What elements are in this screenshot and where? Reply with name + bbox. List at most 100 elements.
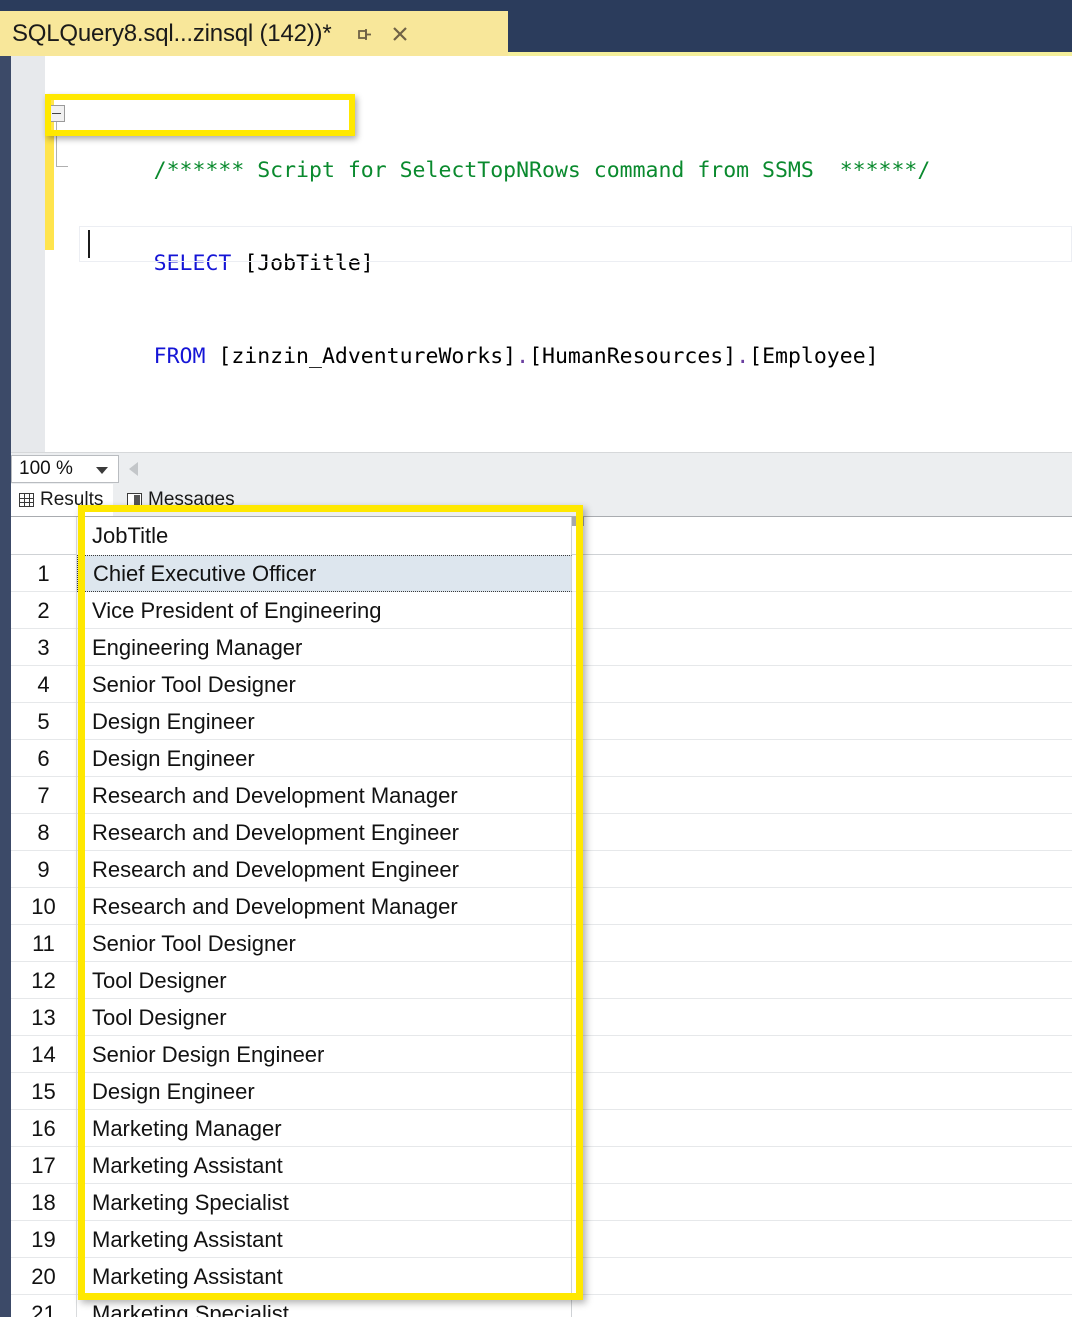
table-row[interactable]: 19 Marketing Assistant bbox=[11, 1220, 1072, 1258]
jobtitle-cell[interactable]: Design Engineer bbox=[77, 702, 572, 740]
row-number-cell[interactable]: 3 bbox=[11, 628, 77, 666]
column-header-jobtitle[interactable]: JobTitle bbox=[77, 517, 572, 555]
jobtitle-cell[interactable]: Marketing Manager bbox=[77, 1109, 572, 1147]
scroll-left-arrow-icon[interactable] bbox=[129, 462, 138, 476]
row-number-cell[interactable]: 1 bbox=[11, 554, 77, 592]
row-number-cell[interactable]: 12 bbox=[11, 961, 77, 999]
row-number-cell[interactable]: 17 bbox=[11, 1146, 77, 1184]
from-dot-2: . bbox=[736, 344, 750, 369]
jobtitle-cell[interactable]: Research and Development Engineer bbox=[77, 813, 572, 851]
table-row[interactable]: 12 Tool Designer bbox=[11, 961, 1072, 999]
row-number-cell[interactable]: 10 bbox=[11, 887, 77, 925]
row-number-cell[interactable]: 15 bbox=[11, 1072, 77, 1110]
jobtitle-cell[interactable]: Marketing Specialist bbox=[77, 1294, 572, 1317]
jobtitle-cell[interactable]: Senior Tool Designer bbox=[77, 924, 572, 962]
table-row[interactable]: 2 Vice President of Engineering bbox=[11, 591, 1072, 629]
zoom-level-dropdown[interactable]: 100 % bbox=[11, 455, 119, 483]
from-schema: [HumanResources] bbox=[529, 344, 737, 369]
row-number-cell[interactable]: 16 bbox=[11, 1109, 77, 1147]
table-row[interactable]: 16 Marketing Manager bbox=[11, 1109, 1072, 1147]
row-number-cell[interactable]: 20 bbox=[11, 1257, 77, 1295]
chevron-down-icon[interactable] bbox=[96, 467, 108, 474]
code-line-comment: /****** Script for SelectTopNRows comman… bbox=[54, 118, 1072, 183]
tab-messages[interactable]: Messages bbox=[119, 484, 245, 516]
row-number-cell[interactable]: 4 bbox=[11, 665, 77, 703]
row-number-cell[interactable]: 9 bbox=[11, 850, 77, 888]
jobtitle-cell[interactable]: Design Engineer bbox=[77, 1072, 572, 1110]
tab-messages-label: Messages bbox=[148, 489, 235, 510]
from-keyword: FROM bbox=[153, 344, 206, 369]
table-row[interactable]: 7 Research and Development Manager bbox=[11, 776, 1072, 814]
table-row[interactable]: 14 Senior Design Engineer bbox=[11, 1035, 1072, 1073]
jobtitle-cell[interactable]: Research and Development Engineer bbox=[77, 850, 572, 888]
tab-results[interactable]: Results bbox=[11, 484, 114, 516]
jobtitle-cell[interactable]: Research and Development Manager bbox=[77, 887, 572, 925]
row-number-cell[interactable]: 14 bbox=[11, 1035, 77, 1073]
message-icon bbox=[127, 493, 142, 507]
table-row[interactable]: 8 Research and Development Engineer bbox=[11, 813, 1072, 851]
outline-guide-vertical bbox=[56, 122, 57, 166]
table-row[interactable]: 17 Marketing Assistant bbox=[11, 1146, 1072, 1184]
left-edge-rail-lower bbox=[0, 452, 11, 1317]
table-row[interactable]: 11 Senior Tool Designer bbox=[11, 924, 1072, 962]
jobtitle-cell[interactable]: Design Engineer bbox=[77, 739, 572, 777]
document-tab-title: SQLQuery8.sql...zinsql (142))* bbox=[12, 19, 332, 47]
table-row[interactable]: 21 Marketing Specialist bbox=[11, 1294, 1072, 1317]
table-row[interactable]: 6 Design Engineer bbox=[11, 739, 1072, 777]
row-number-cell[interactable]: 11 bbox=[11, 924, 77, 962]
grid-icon bbox=[19, 493, 34, 507]
row-number-cell[interactable]: 8 bbox=[11, 813, 77, 851]
editor-status-strip: 100 % bbox=[11, 452, 1072, 484]
from-dot-1: . bbox=[516, 344, 530, 369]
grid-header-corner bbox=[11, 517, 77, 555]
current-line-highlight bbox=[79, 226, 1072, 262]
row-number-cell[interactable]: 13 bbox=[11, 998, 77, 1036]
row-number-cell[interactable]: 7 bbox=[11, 776, 77, 814]
row-number-cell[interactable]: 18 bbox=[11, 1183, 77, 1221]
sql-code-editor[interactable]: /****** Script for SelectTopNRows comman… bbox=[11, 56, 1072, 452]
close-icon[interactable] bbox=[389, 23, 411, 45]
jobtitle-cell[interactable]: Tool Designer bbox=[77, 961, 572, 999]
jobtitle-cell[interactable]: Marketing Specialist bbox=[77, 1183, 572, 1221]
text-caret bbox=[88, 230, 90, 258]
table-row[interactable]: 1 Chief Executive Officer bbox=[11, 554, 1072, 592]
comment-token: /****** Script for SelectTopNRows comman… bbox=[153, 158, 931, 183]
from-database: [zinzin_AdventureWorks] bbox=[205, 344, 517, 369]
row-number-cell[interactable]: 5 bbox=[11, 702, 77, 740]
table-row[interactable]: 9 Research and Development Engineer bbox=[11, 850, 1072, 888]
left-edge-rail bbox=[0, 56, 11, 452]
editor-gutter bbox=[11, 56, 45, 452]
table-row[interactable]: 10 Research and Development Manager bbox=[11, 887, 1072, 925]
table-row[interactable]: 15 Design Engineer bbox=[11, 1072, 1072, 1110]
row-number-cell[interactable]: 2 bbox=[11, 591, 77, 629]
code-line-from: FROM [zinzin_AdventureWorks].[HumanResou… bbox=[54, 310, 1072, 369]
row-number-cell[interactable]: 19 bbox=[11, 1220, 77, 1258]
document-tab-sqlquery8[interactable]: SQLQuery8.sql...zinsql (142))* bbox=[0, 11, 508, 56]
row-number-cell[interactable]: 6 bbox=[11, 739, 77, 777]
table-row[interactable]: 5 Design Engineer bbox=[11, 702, 1072, 740]
jobtitle-cell[interactable]: Research and Development Manager bbox=[77, 776, 572, 814]
results-grid[interactable]: JobTitle 1 Chief Executive Officer 2 Vice P… bbox=[11, 516, 1072, 1317]
collapse-minus-icon[interactable] bbox=[48, 105, 65, 122]
outline-guide-horizontal bbox=[56, 166, 68, 167]
from-table: [Employee] bbox=[749, 344, 879, 369]
jobtitle-cell[interactable]: Marketing Assistant bbox=[77, 1220, 572, 1258]
table-row[interactable]: 3 Engineering Manager bbox=[11, 628, 1072, 666]
table-row[interactable]: 20 Marketing Assistant bbox=[11, 1257, 1072, 1295]
jobtitle-cell[interactable]: Marketing Assistant bbox=[77, 1146, 572, 1184]
table-row[interactable]: 4 Senior Tool Designer bbox=[11, 665, 1072, 703]
jobtitle-cell[interactable]: Chief Executive Officer bbox=[77, 554, 572, 592]
jobtitle-cell[interactable]: Vice President of Engineering bbox=[77, 591, 572, 629]
jobtitle-cell[interactable]: Marketing Assistant bbox=[77, 1257, 572, 1295]
table-row[interactable]: 18 Marketing Specialist bbox=[11, 1183, 1072, 1221]
pin-icon[interactable] bbox=[353, 23, 375, 45]
jobtitle-cell[interactable]: Senior Tool Designer bbox=[77, 665, 572, 703]
jobtitle-cell[interactable]: Tool Designer bbox=[77, 998, 572, 1036]
jobtitle-cell[interactable]: Senior Design Engineer bbox=[77, 1035, 572, 1073]
row-number-cell[interactable]: 21 bbox=[11, 1294, 77, 1317]
grid-body[interactable]: 1 Chief Executive Officer 2 Vice President … bbox=[11, 554, 1072, 1317]
results-pane-tabstrip: Results Messages bbox=[11, 484, 1072, 516]
jobtitle-cell[interactable]: Engineering Manager bbox=[77, 628, 572, 666]
zoom-level-value: 100 % bbox=[19, 458, 73, 479]
table-row[interactable]: 13 Tool Designer bbox=[11, 998, 1072, 1036]
